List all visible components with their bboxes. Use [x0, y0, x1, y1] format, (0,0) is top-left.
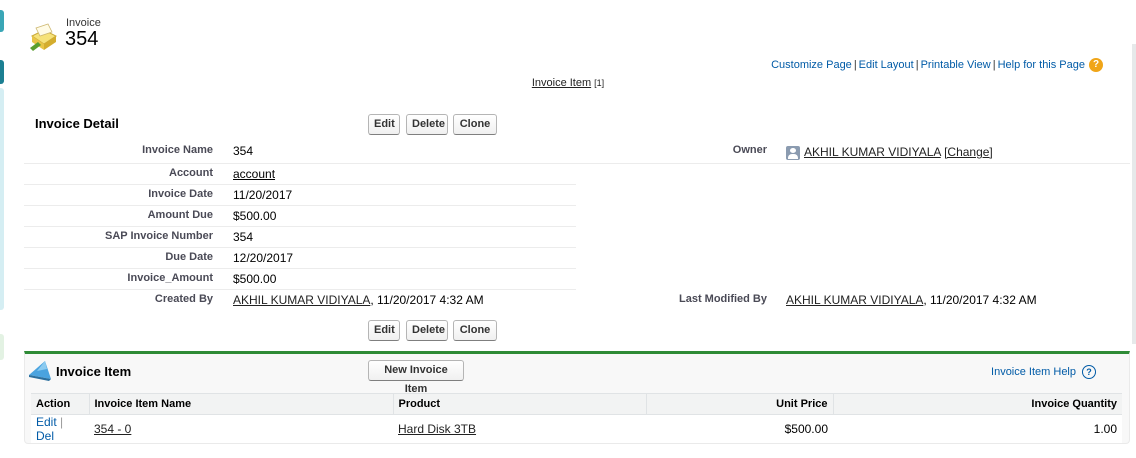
column-header-name[interactable]: Invoice Item Name — [88, 393, 393, 415]
field-label-invoice-name: Invoice Name — [142, 144, 213, 156]
field-label-account: Account — [169, 167, 213, 179]
sidebar-handle-top[interactable] — [0, 10, 4, 32]
new-invoice-item-button[interactable]: New Invoice Item — [368, 360, 464, 395]
invoice-folder-icon — [28, 22, 60, 54]
field-value-sap-invoice-number: 354 — [233, 230, 254, 244]
clone-button-bottom[interactable]: Clone — [453, 320, 497, 341]
change-owner-link[interactable]: [Change] — [944, 145, 993, 159]
delete-button[interactable]: Delete — [406, 114, 448, 135]
field-label-due-date: Due Date — [165, 251, 213, 263]
delete-row-link[interactable]: Del — [36, 429, 54, 443]
related-link-invoice-item[interactable]: Invoice Item — [532, 77, 591, 89]
created-by-timestamp: , 11/20/2017 4:32 AM — [370, 293, 484, 307]
field-value-invoice-amount: $500.00 — [233, 272, 277, 286]
quantity-cell: 1.00 — [833, 414, 1122, 443]
field-value-amount-due: $500.00 — [233, 209, 277, 223]
row-divider — [24, 226, 576, 227]
owner-link[interactable]: AKHIL KUMAR VIDIYALA — [804, 145, 941, 159]
field-label-invoice-date: Invoice Date — [148, 188, 213, 200]
edit-button-bottom[interactable]: Edit — [368, 320, 400, 341]
field-value-invoice-date: 11/20/2017 — [233, 188, 293, 202]
help-icon[interactable]: ? — [1089, 58, 1103, 72]
sidebar-strip-lower — [0, 334, 4, 360]
field-value-owner: AKHIL KUMAR VIDIYALA [Change] — [786, 145, 993, 160]
column-header-action: Action — [31, 393, 89, 415]
created-by-user-link[interactable]: AKHIL KUMAR VIDIYALA — [233, 293, 370, 307]
field-label-amount-due: Amount Due — [147, 209, 213, 221]
field-label-invoice-amount: Invoice_Amount — [127, 272, 213, 284]
sidebar-strip — [0, 88, 4, 310]
row-divider — [24, 289, 576, 290]
column-header-quantity[interactable]: Invoice Quantity — [832, 393, 1122, 415]
related-link-count: [1] — [594, 78, 605, 88]
field-value-last-modified-by: AKHIL KUMAR VIDIYALA, 11/20/2017 4:32 AM — [786, 293, 1037, 307]
field-value-invoice-name: 354 — [233, 144, 254, 158]
column-header-product[interactable]: Product — [392, 393, 646, 415]
invoice-item-name-link[interactable]: 354 - 0 — [94, 422, 131, 436]
delete-button-bottom[interactable]: Delete — [406, 320, 448, 341]
row-divider — [24, 247, 576, 248]
last-modified-user-link[interactable]: AKHIL KUMAR VIDIYALA — [786, 293, 923, 307]
page-links: Customize Page | Edit Layout | Printable Vie… — [771, 58, 1103, 72]
user-avatar-icon — [786, 145, 800, 160]
table-row: Edit | Del 354 - 0 Hard Disk 3TB $500.00… — [31, 414, 1122, 443]
customize-page-link[interactable]: Customize Page — [771, 59, 852, 71]
edit-layout-link[interactable]: Edit Layout — [859, 59, 914, 71]
printable-view-link[interactable]: Printable View — [921, 59, 991, 71]
related-list-table: Action Invoice Item Name Product Unit Pr… — [31, 393, 1122, 443]
clone-button[interactable]: Clone — [453, 114, 497, 135]
row-divider — [24, 268, 576, 269]
related-list-tab-icon — [27, 359, 53, 383]
account-link[interactable]: account — [233, 167, 275, 181]
field-value-due-date: 12/20/2017 — [233, 251, 294, 265]
field-value-created-by: AKHIL KUMAR VIDIYALA, 11/20/2017 4:32 AM — [233, 293, 484, 307]
action-cell: Edit | Del — [31, 414, 89, 443]
row-divider — [24, 184, 576, 185]
invoice-item-help-link[interactable]: Invoice Item Help — [991, 366, 1076, 378]
related-list-title: Invoice Item — [56, 364, 132, 379]
page-title: 354 — [65, 28, 99, 50]
related-list-help: Invoice Item Help? — [991, 365, 1096, 379]
help-icon[interactable]: ? — [1082, 365, 1096, 379]
related-list-hover-links: Invoice Item [1] — [0, 77, 1136, 89]
edit-row-link[interactable]: Edit — [36, 415, 57, 429]
right-edge-strip — [1132, 44, 1136, 344]
help-for-page-link[interactable]: Help for this Page — [998, 59, 1085, 71]
action-separator: | — [60, 415, 64, 429]
unit-price-cell: $500.00 — [646, 414, 833, 443]
product-link[interactable]: Hard Disk 3TB — [398, 422, 476, 436]
field-label-owner: Owner — [732, 144, 767, 156]
edit-button[interactable]: Edit — [368, 114, 400, 135]
field-label-created-by: Created By — [154, 293, 213, 305]
row-divider — [24, 163, 1130, 164]
row-divider — [24, 205, 576, 206]
section-title: Invoice Detail — [35, 116, 119, 131]
last-modified-timestamp: , 11/20/2017 4:32 AM — [923, 293, 1037, 307]
field-label-sap-invoice-number: SAP Invoice Number — [105, 230, 213, 242]
field-label-last-modified-by: Last Modified By — [678, 293, 767, 305]
column-header-unit-price[interactable]: Unit Price — [645, 393, 833, 415]
